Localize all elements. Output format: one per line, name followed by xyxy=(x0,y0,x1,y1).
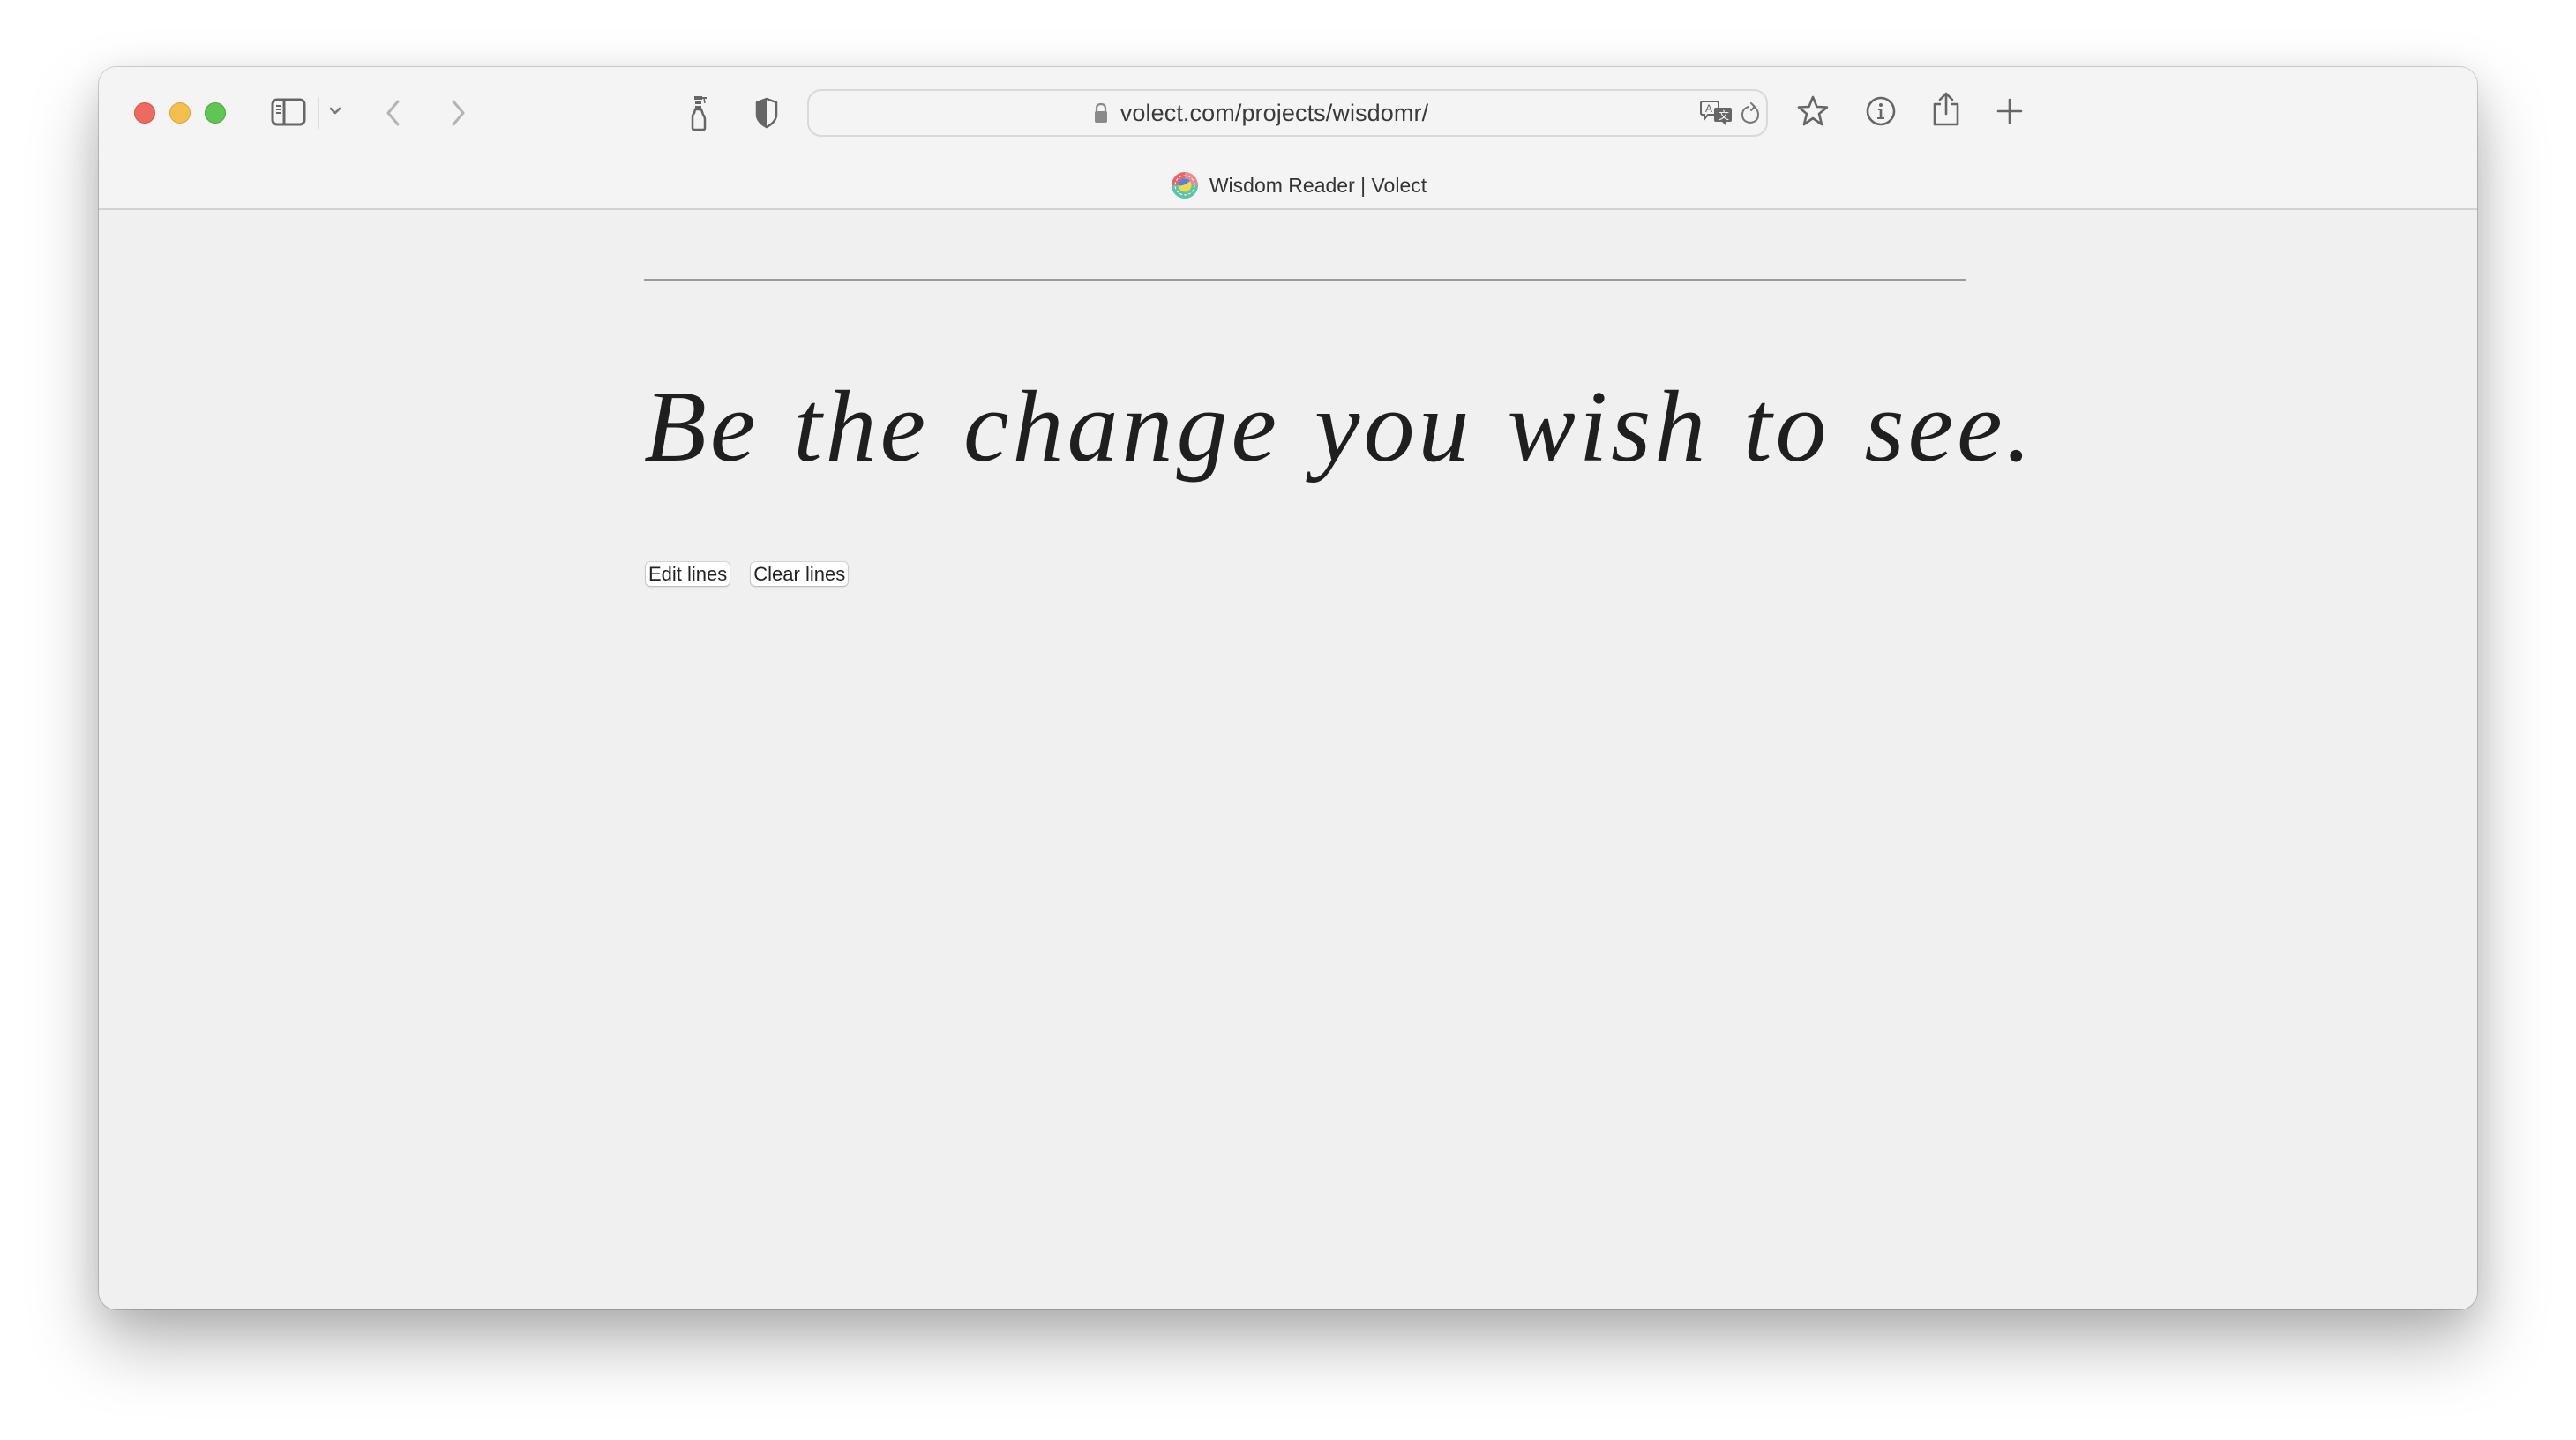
tab-active[interactable]: Wisdom Reader | Volect xyxy=(99,166,2477,205)
info-icon[interactable] xyxy=(1865,95,1897,127)
tab-title: Wisdom Reader | Volect xyxy=(1209,173,1427,197)
zoom-window-button[interactable] xyxy=(205,102,226,124)
minimize-window-button[interactable] xyxy=(169,102,191,124)
spray-bottle-icon[interactable] xyxy=(690,95,709,131)
chevron-down-icon[interactable] xyxy=(328,106,342,116)
plus-icon[interactable] xyxy=(1996,97,2024,125)
lock-icon xyxy=(1094,102,1108,124)
svg-text:文: 文 xyxy=(1719,109,1729,122)
edit-lines-button[interactable]: Edit lines xyxy=(646,562,730,586)
back-button[interactable] xyxy=(383,99,404,127)
horizontal-rule xyxy=(644,279,1966,281)
star-icon[interactable] xyxy=(1796,94,1830,128)
shield-icon[interactable] xyxy=(754,97,779,129)
quote-text: Be the change you wish to see. xyxy=(644,371,2035,484)
reload-icon[interactable] xyxy=(1740,101,1761,126)
forward-button[interactable] xyxy=(447,99,468,127)
translate-icon[interactable]: A 文 xyxy=(1700,100,1735,128)
url-text[interactable]: volect.com/projects/wisdomr/ xyxy=(1120,100,1428,127)
address-bar[interactable]: volect.com/projects/wisdomr/ A 文 xyxy=(807,89,1768,137)
sidebar-icon[interactable] xyxy=(271,98,306,126)
browser-toolbar: volect.com/projects/wisdomr/ A 文 Wisdom … xyxy=(99,67,2477,210)
toolbar-divider xyxy=(318,97,319,129)
close-window-button[interactable] xyxy=(134,102,155,124)
favicon-icon xyxy=(1171,171,1199,199)
page-content: Be the change you wish to see. Edit line… xyxy=(99,210,2477,1309)
svg-text:A: A xyxy=(1705,102,1712,115)
clear-lines-button[interactable]: Clear lines xyxy=(751,562,849,586)
share-icon[interactable] xyxy=(1931,91,1961,128)
button-row: Edit lines Clear lines xyxy=(646,562,849,586)
browser-window: volect.com/projects/wisdomr/ A 文 Wisdom … xyxy=(99,67,2477,1309)
